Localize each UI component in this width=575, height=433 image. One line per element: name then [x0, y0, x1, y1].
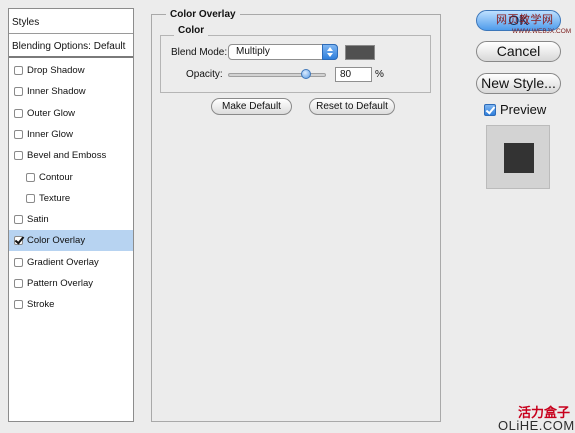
watermark-top-text: 网页教学网	[496, 14, 554, 26]
style-item-label: Color Overlay	[27, 235, 86, 247]
watermark-bottom-url: OLiHE.COM	[498, 418, 575, 433]
style-item-texture[interactable]: Texture	[9, 188, 133, 209]
cancel-button[interactable]: Cancel	[476, 41, 561, 62]
style-item-contour[interactable]: Contour	[9, 167, 133, 188]
style-checkbox[interactable]	[14, 257, 23, 267]
preview-label: Preview	[500, 102, 547, 117]
chevron-updown-icon	[322, 44, 338, 60]
make-default-button[interactable]: Make Default	[211, 98, 292, 115]
style-checkbox[interactable]	[14, 300, 23, 310]
style-checkbox[interactable]	[14, 151, 23, 161]
style-item-label: Stroke	[27, 299, 55, 311]
opacity-slider[interactable]	[228, 69, 326, 79]
style-item-label: Contour	[39, 171, 73, 183]
style-item-label: Drop Shadow	[27, 65, 85, 76]
style-item-outer-glow[interactable]: Outer Glow	[9, 103, 133, 124]
reset-to-default-button[interactable]: Reset to Default	[309, 98, 395, 115]
opacity-slider-knob[interactable]	[300, 69, 311, 79]
style-item-satin[interactable]: Satin	[9, 209, 133, 230]
overlay-color-swatch[interactable]	[345, 45, 375, 60]
opacity-label: Opacity:	[186, 69, 223, 80]
style-item-label: Satin	[27, 214, 49, 226]
blend-mode-label: Blend Mode:	[171, 47, 228, 58]
style-item-inner-glow[interactable]: Inner Glow	[9, 124, 133, 145]
style-item-drop-shadow[interactable]: Drop Shadow	[9, 60, 133, 81]
style-item-stroke[interactable]: Stroke	[9, 294, 133, 315]
style-item-bevel-and-emboss[interactable]: Bevel and Emboss	[9, 145, 133, 166]
style-preview-thumbnail	[486, 125, 550, 189]
style-item-label: Inner Glow	[27, 128, 73, 140]
style-item-label: Inner Shadow	[27, 86, 86, 98]
style-checkbox[interactable]	[14, 279, 23, 288]
style-checkbox[interactable]	[14, 66, 23, 75]
style-item-color-overlay[interactable]: Color Overlay	[9, 230, 133, 252]
preview-swatch	[504, 143, 534, 173]
new-style-button[interactable]: New Style...	[476, 73, 561, 94]
style-checkbox[interactable]	[14, 236, 23, 246]
styles-header[interactable]: Styles	[9, 9, 133, 34]
preview-checkbox[interactable]	[484, 104, 496, 116]
opacity-input[interactable]: 80	[335, 67, 372, 82]
watermark-top-url: WWW.WEBJX.COM	[512, 28, 572, 35]
style-item-label: Gradient Overlay	[27, 256, 99, 268]
blending-options-item[interactable]: Blending Options: Default	[9, 36, 133, 58]
blend-mode-select[interactable]: Multiply	[228, 44, 338, 60]
style-item-label: Texture	[39, 192, 71, 204]
styles-list-panel: Styles Blending Options: Default Drop Sh…	[8, 8, 134, 422]
style-item-pattern-overlay[interactable]: Pattern Overlay	[9, 273, 133, 294]
blend-mode-value: Multiply	[236, 46, 270, 57]
color-subgroup-title: Color	[174, 25, 209, 36]
style-checkbox[interactable]	[26, 172, 35, 182]
style-checkbox[interactable]	[14, 129, 23, 139]
style-item-label: Pattern Overlay	[27, 278, 93, 289]
style-checkbox[interactable]	[14, 87, 23, 97]
style-checkbox[interactable]	[26, 193, 35, 203]
color-overlay-group-title: Color Overlay	[166, 9, 240, 20]
style-checkbox[interactable]	[14, 108, 23, 118]
opacity-unit: %	[375, 69, 384, 80]
style-item-gradient-overlay[interactable]: Gradient Overlay	[9, 252, 133, 273]
style-checkbox[interactable]	[14, 215, 23, 225]
style-item-inner-shadow[interactable]: Inner Shadow	[9, 81, 133, 102]
style-item-label: Outer Glow	[27, 107, 76, 119]
style-item-label: Bevel and Emboss	[27, 150, 107, 162]
